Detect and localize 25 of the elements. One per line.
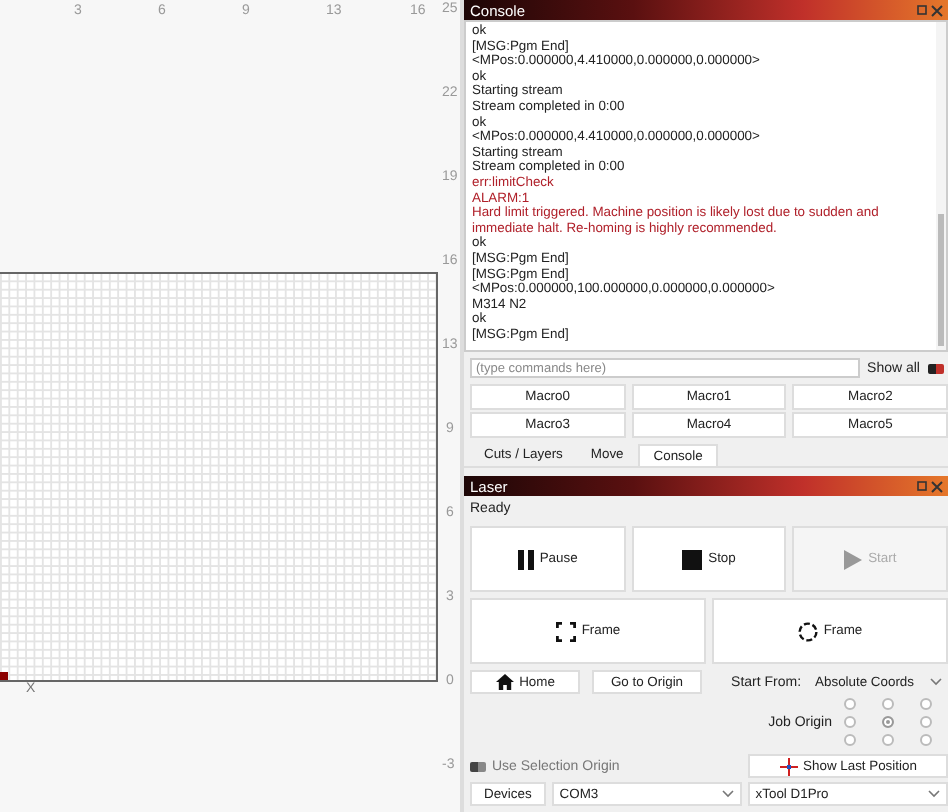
chevron-down-icon <box>721 790 734 798</box>
job-origin-radio[interactable] <box>882 716 894 728</box>
job-origin-radio[interactable] <box>920 734 932 746</box>
float-close-icon[interactable] <box>916 479 944 493</box>
chevron-down-icon <box>930 678 942 686</box>
stop-icon <box>682 549 703 569</box>
crosshair-icon <box>779 757 798 775</box>
scrollbar[interactable] <box>936 22 946 350</box>
job-origin-radio[interactable] <box>920 716 932 728</box>
job-origin-radio[interactable] <box>844 716 856 728</box>
frame-corners-icon <box>555 621 576 641</box>
pause-icon <box>517 549 534 569</box>
job-origin-radio[interactable] <box>844 698 856 710</box>
home-icon <box>495 674 514 690</box>
float-close-icon[interactable] <box>916 3 944 17</box>
job-origin-radio[interactable] <box>844 734 856 746</box>
play-icon <box>844 549 863 569</box>
job-origin-radio[interactable] <box>882 698 894 710</box>
job-origin-radio[interactable] <box>920 698 932 710</box>
selection-origin-toggle[interactable] <box>470 761 486 771</box>
dashed-circle-icon <box>797 621 818 641</box>
chevron-down-icon <box>928 790 940 798</box>
show-all-toggle[interactable] <box>928 363 944 373</box>
origin-marker <box>0 672 8 680</box>
job-origin-radio[interactable] <box>882 734 894 746</box>
